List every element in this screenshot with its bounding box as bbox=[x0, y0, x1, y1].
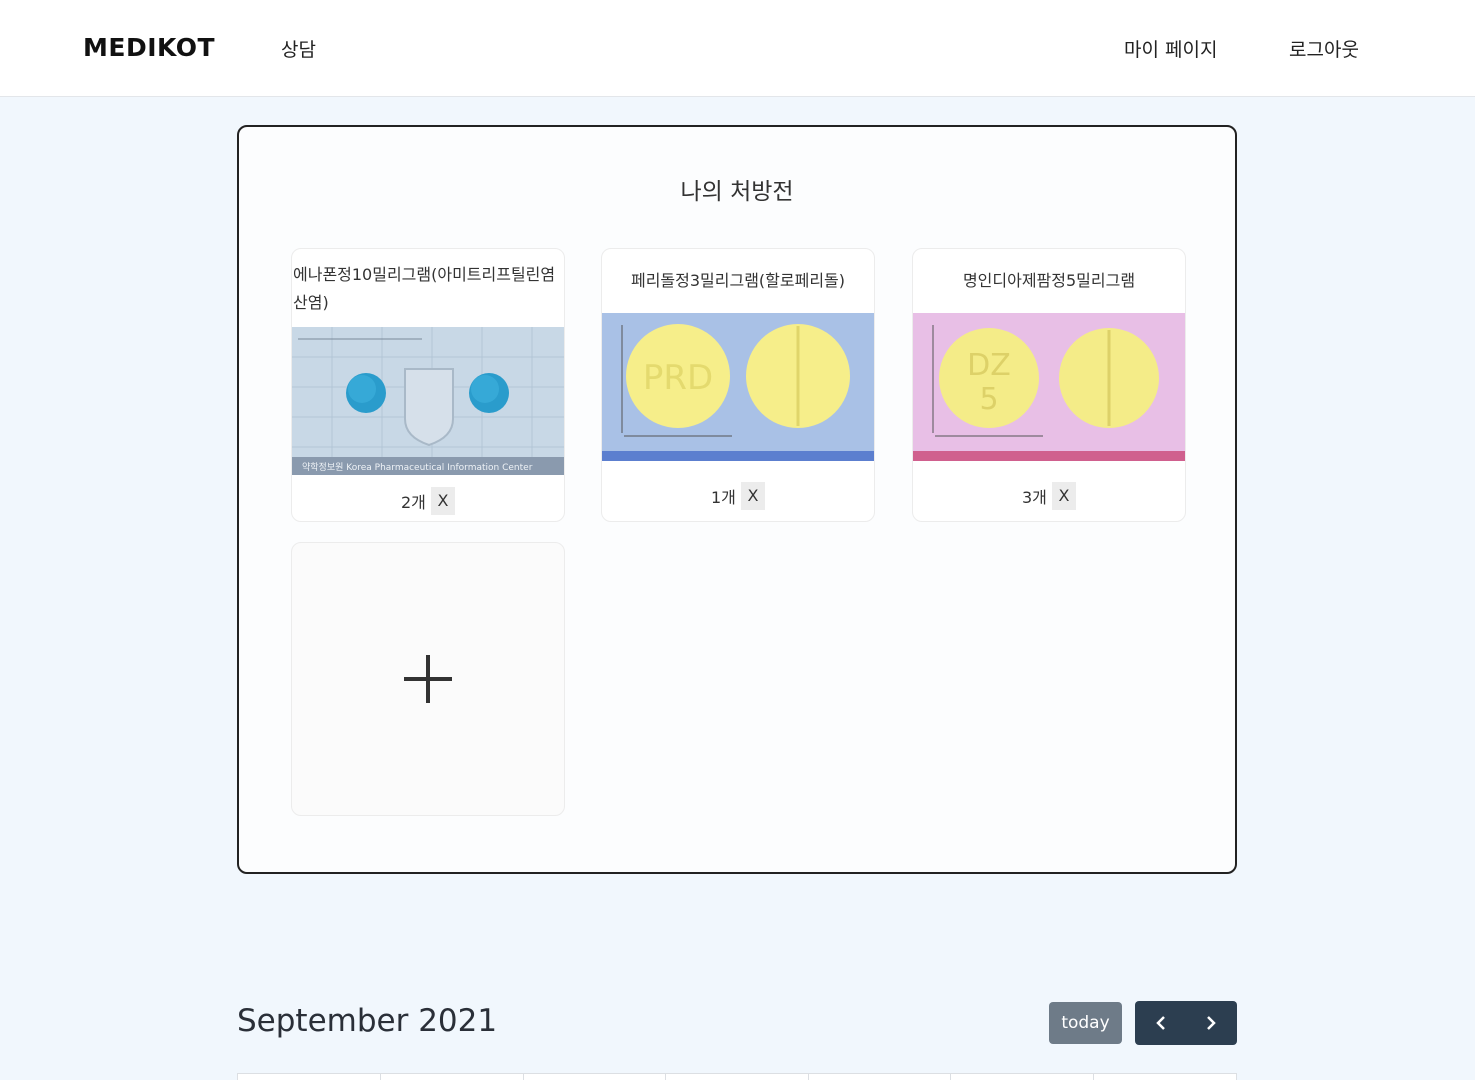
today-button[interactable]: today bbox=[1049, 1002, 1122, 1044]
plus-icon bbox=[404, 655, 452, 703]
prescription-panel: 나의 처방전 에나폰정10밀리그램(아미트리프틸린염산염) 약학정보원 Kore… bbox=[237, 125, 1237, 874]
calendar-title: September 2021 bbox=[237, 1003, 498, 1039]
remove-pill-button[interactable]: X bbox=[1052, 482, 1076, 510]
calendar-column-divider bbox=[523, 1074, 524, 1080]
nav-consult-link[interactable]: 상담 bbox=[281, 35, 316, 62]
calendar-grid bbox=[237, 1073, 1237, 1080]
add-pill-button[interactable] bbox=[291, 542, 565, 816]
chevron-left-icon bbox=[1156, 1016, 1165, 1030]
calendar-column-divider bbox=[1093, 1074, 1094, 1080]
nav-logout-link[interactable]: 로그아웃 bbox=[1289, 35, 1359, 62]
nav-mypage-link[interactable]: 마이 페이지 bbox=[1124, 35, 1217, 62]
calendar-column-divider bbox=[665, 1074, 666, 1080]
prescription-title: 나의 처방전 bbox=[680, 179, 794, 205]
pill-quantity: 3개 X bbox=[913, 482, 1185, 510]
pill-quantity: 2개 X bbox=[292, 487, 564, 515]
pill-card: 명인디아제팜정5밀리그램 DZ 5 3개 X bbox=[912, 248, 1186, 522]
pill-count: 2개 bbox=[401, 493, 426, 512]
svg-text:5: 5 bbox=[979, 382, 998, 417]
calendar-column-divider bbox=[380, 1074, 381, 1080]
pill-name: 에나폰정10밀리그램(아미트리프틸린염산염) bbox=[293, 265, 556, 312]
calendar-nav-buttons bbox=[1135, 1001, 1237, 1045]
pill-image: 약학정보원 Korea Pharmaceutical Information C… bbox=[292, 327, 564, 475]
pill-quantity: 1개 X bbox=[602, 482, 874, 510]
brand-logo[interactable]: MEDIKOT bbox=[83, 33, 215, 62]
pill-card: 페리돌정3밀리그램(할로페리돌) PRD 1개 X bbox=[601, 248, 875, 522]
pill-name: 명인디아제팜정5밀리그램 bbox=[962, 271, 1136, 290]
pill-name: 페리돌정3밀리그램(할로페리돌) bbox=[630, 271, 846, 290]
calendar-column-divider bbox=[808, 1074, 809, 1080]
chevron-right-icon bbox=[1207, 1016, 1216, 1030]
svg-text:약학정보원 Korea Pharmaceutical In: 약학정보원 Korea Pharmaceutical Information C… bbox=[302, 461, 533, 473]
remove-pill-button[interactable]: X bbox=[741, 482, 765, 510]
next-month-button[interactable] bbox=[1186, 1001, 1237, 1045]
pill-count: 3개 bbox=[1022, 488, 1047, 507]
top-navbar: MEDIKOT 상담 마이 페이지 로그아웃 bbox=[0, 0, 1475, 97]
prev-month-button[interactable] bbox=[1135, 1001, 1186, 1045]
calendar-column-divider bbox=[950, 1074, 951, 1080]
svg-text:PRD: PRD bbox=[643, 358, 713, 398]
pill-card: 에나폰정10밀리그램(아미트리프틸린염산염) 약학정보원 Korea Pharm… bbox=[291, 248, 565, 522]
remove-pill-button[interactable]: X bbox=[431, 487, 455, 515]
pill-image: PRD bbox=[602, 313, 874, 461]
pill-count: 1개 bbox=[711, 488, 736, 507]
svg-text:DZ: DZ bbox=[967, 348, 1011, 383]
pill-image: DZ 5 bbox=[913, 313, 1185, 461]
